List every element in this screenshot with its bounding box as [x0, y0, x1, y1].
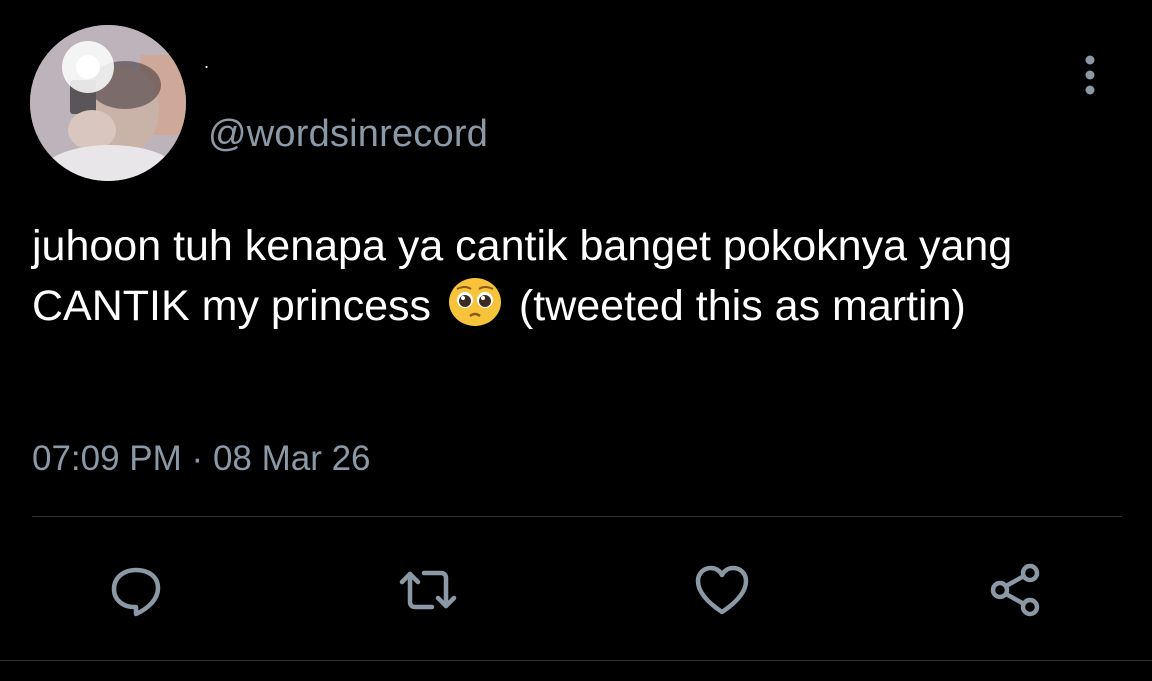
- pleading-face-emoji: [447, 276, 503, 344]
- display-name[interactable]: .: [204, 52, 209, 73]
- reply-button[interactable]: [106, 560, 166, 620]
- vertical-ellipsis-icon: [1085, 55, 1095, 95]
- speech-bubble-icon: [111, 567, 161, 617]
- retweet-icon: [399, 570, 457, 610]
- retweet-button[interactable]: [398, 560, 458, 620]
- pleading-face-icon: [448, 278, 501, 326]
- share-icon: [990, 563, 1040, 617]
- tweet-text: juhoon tuh kenapa ya cantik banget pokok…: [32, 216, 1132, 344]
- avatar[interactable]: [30, 25, 186, 181]
- more-options-button[interactable]: [1070, 52, 1110, 98]
- like-button[interactable]: [692, 560, 752, 620]
- timestamp-separator: ·: [191, 439, 204, 478]
- tweet-date: 08 Mar 26: [212, 439, 371, 478]
- share-button[interactable]: [986, 560, 1046, 620]
- tweet-timestamp[interactable]: 07:09 PM · 08 Mar 26: [32, 439, 371, 479]
- avatar-photo: [30, 25, 186, 181]
- user-handle[interactable]: @wordsinrecord: [208, 113, 488, 156]
- tweet-time: 07:09 PM: [32, 439, 182, 478]
- divider: [32, 516, 1122, 517]
- heart-icon: [695, 565, 749, 615]
- tweet-text-tail: (tweeted this as martin): [518, 282, 966, 330]
- bottom-divider: [0, 660, 1152, 661]
